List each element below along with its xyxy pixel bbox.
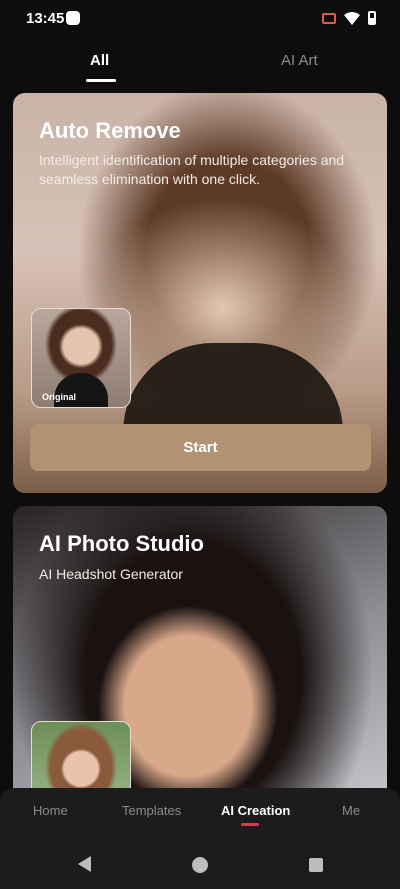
- thumbnail-image: [54, 373, 108, 407]
- nav-home[interactable]: Home: [33, 803, 68, 818]
- bottom-nav: Home Templates AI Creation Me: [0, 788, 400, 836]
- active-nav-indicator: [241, 823, 259, 826]
- system-nav-bar: [0, 836, 400, 889]
- wifi-icon: [344, 11, 360, 25]
- ai-photo-studio-card[interactable]: AI Photo Studio AI Headshot Generator: [13, 506, 387, 806]
- card-title: AI Photo Studio: [39, 531, 204, 556]
- status-bar: 13:45: [0, 0, 400, 38]
- status-icons: [322, 11, 376, 25]
- start-button[interactable]: Start: [30, 424, 371, 471]
- top-tabs: All AI Art: [0, 44, 400, 84]
- tab-ai-art[interactable]: AI Art: [281, 52, 318, 69]
- original-thumbnail: Original: [31, 308, 131, 408]
- card-description: AI Headshot Generator: [39, 566, 183, 582]
- nav-ai-creation[interactable]: AI Creation: [221, 803, 290, 818]
- battery-icon: [368, 11, 376, 25]
- home-icon[interactable]: [192, 857, 208, 873]
- cast-icon: [322, 12, 336, 24]
- card-title: Auto Remove: [39, 118, 181, 143]
- app-notification-icon: [66, 11, 80, 25]
- nav-templates[interactable]: Templates: [122, 803, 181, 818]
- active-tab-underline: [86, 79, 116, 82]
- tab-all[interactable]: All: [90, 52, 109, 69]
- auto-remove-card[interactable]: Auto Remove Intelligent identification o…: [13, 93, 387, 493]
- recents-icon[interactable]: [309, 858, 323, 872]
- thumbnail-label: Original: [42, 392, 77, 402]
- card-description: Intelligent identification of multiple c…: [39, 152, 345, 187]
- nav-me[interactable]: Me: [342, 803, 360, 818]
- status-time: 13:45: [26, 10, 65, 27]
- back-icon[interactable]: [78, 856, 91, 872]
